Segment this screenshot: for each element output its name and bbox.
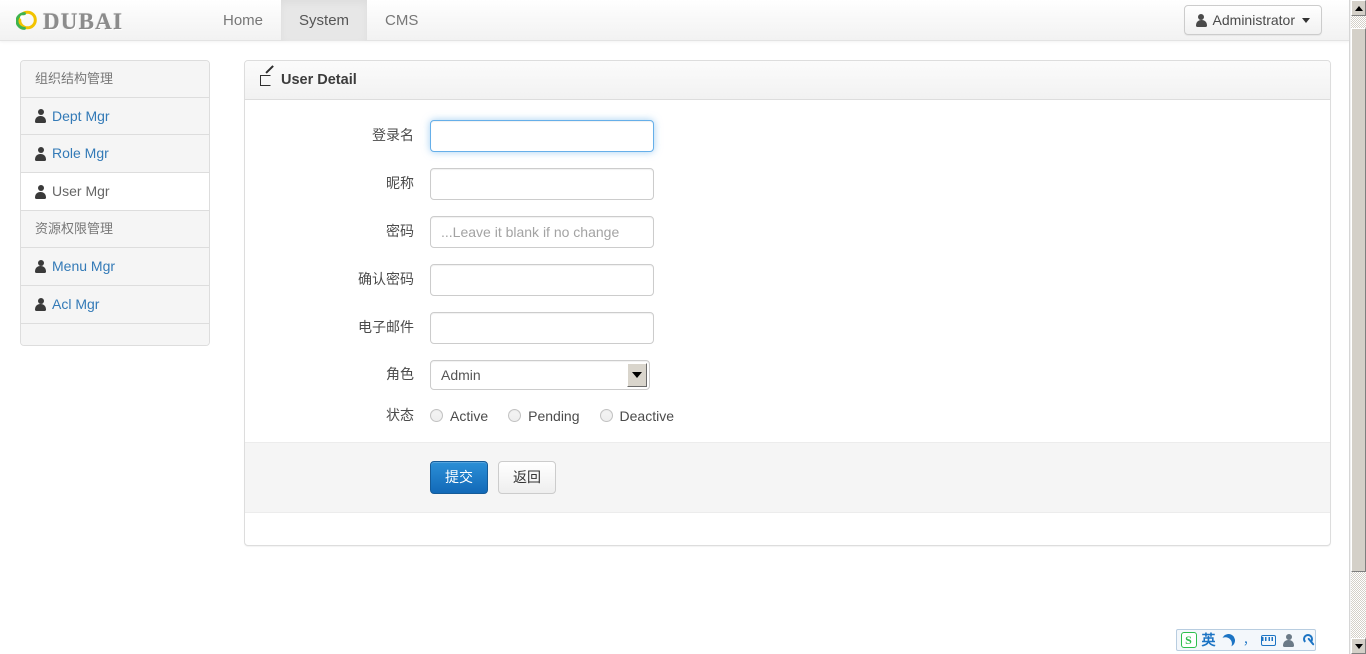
back-button[interactable]: 返回 — [498, 461, 556, 495]
wrench-shape — [1302, 633, 1316, 647]
nickname-input[interactable] — [430, 168, 654, 200]
password-input[interactable] — [430, 216, 654, 248]
confirm-password-input[interactable] — [430, 264, 654, 296]
punctuation-icon[interactable]: ， — [1240, 631, 1257, 649]
keyboard-shape — [1261, 635, 1276, 646]
person-icon — [35, 147, 46, 160]
language-mode-icon[interactable]: 英 — [1200, 631, 1217, 649]
moon-icon[interactable] — [1220, 631, 1237, 649]
page-root: DUBAI Home System CMS Administrator 组织结构… — [0, 0, 1366, 654]
edit-square-icon — [260, 73, 274, 87]
brand-logo[interactable]: DUBAI — [16, 4, 123, 37]
panel-header: User Detail — [245, 61, 1330, 100]
status-radio-pending[interactable]: Pending — [508, 408, 579, 424]
sidebar-item-label: Menu Mgr — [52, 257, 115, 276]
person-icon — [35, 109, 46, 122]
punctuation-glyph: ， — [1243, 634, 1254, 646]
keyboard-icon[interactable] — [1260, 631, 1277, 649]
email-input[interactable] — [430, 312, 654, 344]
user-icon[interactable] — [1280, 631, 1297, 649]
sidebar-item-acl-mgr[interactable]: Acl Mgr — [21, 286, 209, 324]
nav-tabs: Home System CMS — [205, 0, 436, 41]
sidebar-group-header-org: 组织结构管理 — [21, 61, 209, 98]
user-detail-form: 登录名 昵称 密码 确认密码 电子邮件 角色 — [245, 100, 1330, 545]
form-row-role: 角色 Admin — [260, 360, 1315, 390]
status-radio-group: Active Pending Deactive — [430, 408, 694, 424]
form-row-login-name: 登录名 — [260, 120, 1315, 152]
nav-tab-home[interactable]: Home — [205, 0, 281, 41]
top-navbar: DUBAI Home System CMS Administrator — [0, 0, 1350, 41]
radio-circle-icon[interactable] — [430, 409, 443, 422]
status-radio-label: Active — [450, 408, 488, 424]
sidebar-group-header-resource: 资源权限管理 — [21, 211, 209, 248]
brand-text: DUBAI — [43, 9, 123, 33]
sogou-logo-glyph: S — [1181, 632, 1197, 648]
status-radio-active[interactable]: Active — [430, 408, 488, 424]
ime-toolbar: S 英 ， — [1176, 629, 1316, 651]
sogou-logo-icon[interactable]: S — [1180, 631, 1197, 649]
person-icon — [35, 298, 46, 311]
confirm-password-label: 确认密码 — [260, 270, 430, 290]
dropdown-arrow-icon[interactable] — [627, 363, 647, 387]
status-radio-label: Pending — [528, 408, 579, 424]
sidebar-item-label: Acl Mgr — [52, 295, 99, 314]
person-icon — [35, 185, 46, 198]
user-detail-panel: User Detail 登录名 昵称 密码 确认密码 电子邮件 — [244, 60, 1331, 546]
sidebar-footer-spacer — [21, 324, 209, 345]
sidebar-item-label: User Mgr — [52, 182, 110, 201]
radio-circle-icon[interactable] — [508, 409, 521, 422]
person-shape — [1283, 634, 1294, 647]
user-menu-button[interactable]: Administrator — [1184, 5, 1322, 35]
sidebar-item-role-mgr[interactable]: Role Mgr — [21, 135, 209, 173]
moon-shape — [1220, 632, 1237, 649]
sidebar: 组织结构管理 Dept Mgr Role Mgr User Mgr 资源权限管理… — [20, 60, 210, 346]
form-row-status: 状态 Active Pending Deactive — [260, 406, 1315, 426]
person-icon — [35, 260, 46, 273]
form-row-nickname: 昵称 — [260, 168, 1315, 200]
password-label: 密码 — [260, 222, 430, 242]
radio-circle-icon[interactable] — [600, 409, 613, 422]
nav-tab-cms[interactable]: CMS — [367, 0, 436, 41]
settings-wrench-icon[interactable] — [1300, 631, 1317, 649]
status-radio-deactive[interactable]: Deactive — [600, 408, 674, 424]
form-row-confirm-password: 确认密码 — [260, 264, 1315, 296]
sidebar-item-dept-mgr[interactable]: Dept Mgr — [21, 98, 209, 136]
panel-bottom-spacer — [260, 513, 1315, 535]
person-icon — [1196, 14, 1207, 27]
vertical-scrollbar[interactable] — [1349, 0, 1366, 654]
chevron-down-icon — [1302, 18, 1310, 23]
scroll-up-icon[interactable] — [1351, 0, 1366, 16]
form-row-email: 电子邮件 — [260, 312, 1315, 344]
sidebar-item-label: Dept Mgr — [52, 107, 110, 126]
role-label: 角色 — [260, 365, 430, 385]
sidebar-item-user-mgr[interactable]: User Mgr — [21, 173, 209, 211]
scrollbar-thumb[interactable] — [1351, 28, 1366, 572]
login-name-label: 登录名 — [260, 126, 430, 146]
language-mode-glyph: 英 — [1202, 633, 1216, 647]
nav-tab-system[interactable]: System — [281, 0, 367, 41]
nickname-label: 昵称 — [260, 174, 430, 194]
status-label: 状态 — [260, 406, 430, 426]
sidebar-item-label: Role Mgr — [52, 144, 109, 163]
form-actions: 提交 返回 — [245, 442, 1330, 514]
form-row-password: 密码 — [260, 216, 1315, 248]
submit-button[interactable]: 提交 — [430, 461, 488, 495]
circle-logo-icon — [16, 10, 38, 32]
page-title: User Detail — [281, 72, 357, 88]
role-select-value: Admin — [431, 367, 481, 383]
scroll-down-icon[interactable] — [1351, 638, 1366, 654]
sidebar-item-menu-mgr[interactable]: Menu Mgr — [21, 248, 209, 286]
role-select[interactable]: Admin — [430, 360, 650, 390]
user-menu-label: Administrator — [1213, 12, 1295, 28]
login-name-input[interactable] — [430, 120, 654, 152]
status-radio-label: Deactive — [620, 408, 674, 424]
email-label: 电子邮件 — [260, 318, 430, 338]
